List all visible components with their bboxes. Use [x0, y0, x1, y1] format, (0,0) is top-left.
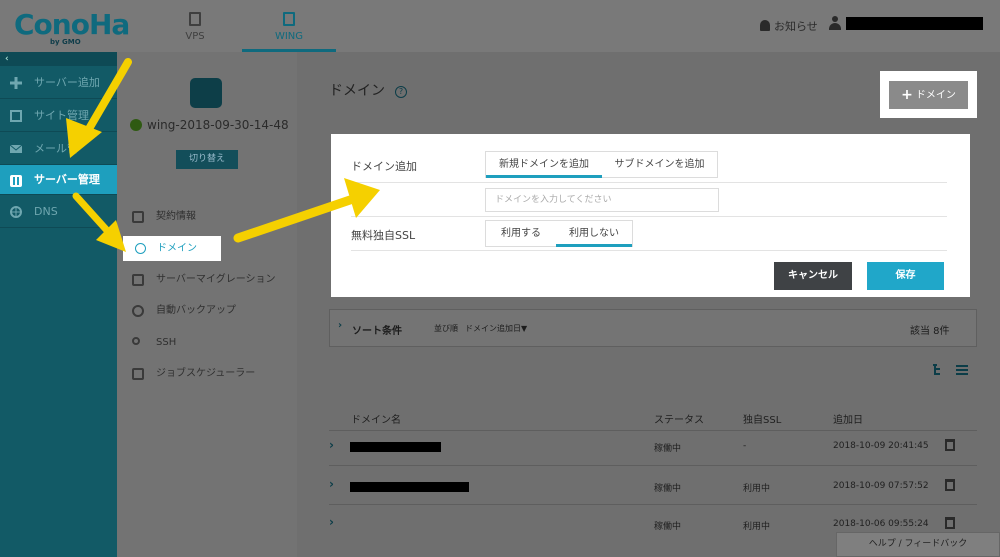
- arrow-to-server-menu: [66, 58, 132, 158]
- annotation-arrows: [66, 58, 380, 252]
- arrow-to-dialog: [233, 178, 380, 243]
- arrow-to-domain-menu: [72, 192, 126, 252]
